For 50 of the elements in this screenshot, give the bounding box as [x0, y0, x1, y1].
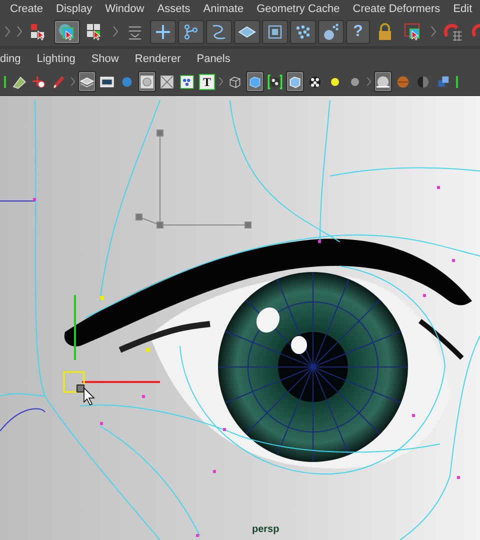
tool-button[interactable]: [138, 71, 156, 92]
tool-button[interactable]: [234, 20, 260, 44]
toolbar-handle-icon: [112, 26, 118, 38]
help-button[interactable]: ?: [346, 20, 370, 44]
magnet-icon: [443, 22, 463, 42]
tool-button[interactable]: [246, 71, 264, 92]
menu-item[interactable]: Show: [91, 52, 119, 65]
toolbar-handle-icon: [367, 76, 371, 88]
text-icon-button[interactable]: T: [198, 71, 216, 92]
striped-ball-icon: [395, 74, 411, 90]
xray-icon: [159, 74, 175, 90]
lit-sphere-icon: [375, 74, 391, 90]
sphere-icon: [321, 22, 341, 42]
menu-item[interactable]: Renderer: [134, 52, 181, 65]
checker-ball-icon: [267, 74, 283, 90]
move-camera-icon: [31, 74, 47, 90]
tool-button[interactable]: [178, 20, 204, 44]
toolbar-handle-icon: [71, 76, 75, 88]
tool-button[interactable]: [206, 20, 232, 44]
half-ball-icon: [415, 74, 431, 90]
menu-item[interactable]: Geometry Cache: [256, 2, 340, 15]
checker-ball-icon: [307, 74, 323, 90]
menu-item[interactable]: Display: [56, 2, 92, 15]
tool-button[interactable]: [318, 20, 344, 44]
tool-button[interactable]: [150, 20, 176, 44]
menu-item[interactable]: Create: [10, 2, 44, 15]
viewport[interactable]: persp: [0, 96, 480, 540]
menu-item[interactable]: Create Deformers: [352, 2, 440, 15]
tool-button[interactable]: [290, 20, 316, 44]
menu-item[interactable]: Lighting: [36, 52, 76, 65]
tool-button[interactable]: [374, 71, 392, 92]
dots-icon: [179, 74, 195, 90]
menu-item[interactable]: ding: [0, 52, 21, 65]
cursor-icon: [84, 387, 95, 406]
tool-button[interactable]: [78, 71, 96, 92]
tool-button[interactable]: [54, 20, 80, 44]
toolbar-handle-icon: [219, 76, 223, 88]
camera-label: persp: [252, 524, 280, 535]
toolbar-handle-icon: [16, 26, 22, 38]
cubes-icon: [435, 74, 451, 90]
menu-item[interactable]: Panels: [196, 52, 230, 65]
menu-item[interactable]: Edit: [453, 2, 472, 15]
tool-button[interactable]: [262, 20, 288, 44]
tool-button[interactable]: [286, 71, 304, 92]
menu-item[interactable]: Assets: [157, 2, 190, 15]
toolbar-handle-icon: [4, 26, 10, 38]
menu-item[interactable]: Window: [105, 2, 144, 15]
menu-item[interactable]: Animate: [203, 2, 244, 15]
pencil-icon: [51, 74, 67, 90]
toolbar-handle-icon: [430, 26, 436, 38]
